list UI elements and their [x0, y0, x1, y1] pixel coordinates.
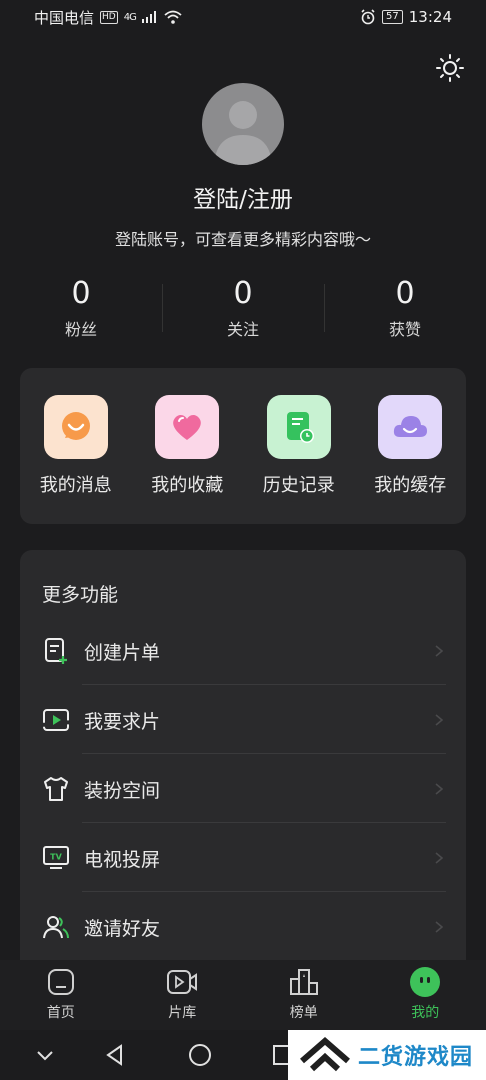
invite-friends-icon: [42, 913, 70, 941]
profile-icon: [409, 966, 441, 998]
chevron-right-icon: [435, 921, 444, 933]
sun-icon: [436, 54, 464, 82]
tab-profile[interactable]: 我的: [365, 960, 486, 1030]
stat-fans[interactable]: 0 粉丝: [0, 276, 162, 346]
stat-value: 0: [71, 276, 91, 311]
quick-action-messages[interactable]: 我的消息: [20, 368, 132, 524]
menu-item-label: 创建片单: [84, 641, 161, 664]
shirt-icon: [42, 775, 70, 803]
tab-ranking[interactable]: 榜单: [243, 960, 365, 1030]
divider: [82, 822, 446, 823]
tab-label: 榜单: [289, 1005, 318, 1021]
home-icon: [45, 966, 77, 998]
alarm-icon: [361, 9, 375, 25]
hd-badge: HD: [100, 10, 118, 24]
login-register-link[interactable]: 登陆/注册: [0, 180, 486, 214]
theme-toggle-button[interactable]: [434, 52, 466, 84]
avatar[interactable]: [202, 83, 284, 165]
back-triangle-icon[interactable]: [102, 1042, 128, 1068]
watermark-text: 二货游戏园: [358, 1045, 474, 1070]
quick-action-label: 我的消息: [39, 475, 112, 496]
tab-home[interactable]: 首页: [0, 960, 122, 1030]
clock: 13:24: [408, 8, 452, 26]
stats-row: 0 粉丝 0 关注 0 获赞: [0, 276, 486, 346]
section-title: 更多功能: [42, 584, 119, 606]
watermark-logo-icon: [300, 1037, 350, 1072]
collapse-chevron-icon[interactable]: [32, 1042, 58, 1068]
create-list-icon: [42, 637, 70, 665]
stat-value: 0: [233, 276, 253, 311]
carrier-name: 中国电信: [34, 8, 95, 27]
chevron-right-icon: [435, 783, 444, 795]
status-bar: 中国电信 HD 4G 57 13:24: [0, 0, 486, 34]
signal-icon: [141, 11, 156, 23]
stat-label: 关注: [226, 320, 259, 339]
tab-label: 首页: [46, 1005, 75, 1021]
quick-action-cache[interactable]: 我的缓存: [355, 368, 467, 524]
divider: [82, 753, 446, 754]
menu-item-create-list[interactable]: 创建片单: [42, 617, 466, 685]
menu-item-label: 电视投屏: [84, 848, 161, 871]
login-hint: 登陆账号，可查看更多精彩内容哦～: [114, 230, 371, 249]
menu-item-request-video[interactable]: 我要求片: [42, 686, 466, 754]
svg-text:TV: TV: [50, 853, 62, 862]
tv-cast-icon: TV: [42, 844, 70, 872]
quick-action-label: 历史记录: [262, 475, 335, 496]
battery-level: 57: [382, 10, 403, 24]
divider: [82, 891, 446, 892]
more-functions-card: 更多功能 创建片单 我要求片 装扮空间 TV 电视投屏 邀请好友: [20, 550, 466, 970]
quick-actions-card: 我的消息 我的收藏 历史记录 我的缓存: [20, 368, 466, 524]
cloud-icon: [378, 395, 443, 459]
stat-value: 0: [395, 276, 415, 311]
heart-icon: [155, 395, 220, 459]
chevron-right-icon: [435, 645, 444, 657]
menu-item-dress-up[interactable]: 装扮空间: [42, 755, 466, 823]
watermark: 二货游戏园: [288, 1030, 486, 1080]
menu-item-label: 我要求片: [84, 710, 161, 733]
network-type: 4G: [123, 11, 137, 23]
tab-label: 我的: [411, 1005, 440, 1021]
wifi-icon: [164, 10, 182, 24]
request-video-icon: [42, 706, 70, 734]
ranking-icon: [288, 966, 320, 998]
bottom-tab-bar: 首页 片库 榜单 我的: [0, 960, 486, 1030]
stat-label: 获赞: [388, 320, 421, 339]
divider: [82, 684, 446, 685]
home-circle-icon[interactable]: [187, 1042, 213, 1068]
quick-action-history[interactable]: 历史记录: [243, 368, 355, 524]
stat-likes[interactable]: 0 获赞: [324, 276, 486, 346]
tab-label: 片库: [168, 1005, 197, 1021]
quick-action-label: 我的收藏: [151, 475, 224, 496]
quick-action-favorites[interactable]: 我的收藏: [132, 368, 244, 524]
menu-item-label: 装扮空间: [84, 779, 161, 802]
quick-action-label: 我的缓存: [374, 475, 447, 496]
video-library-icon: [166, 966, 198, 998]
default-avatar-icon: [214, 101, 272, 165]
menu-item-invite-friends[interactable]: 邀请好友: [42, 893, 466, 961]
history-icon: [266, 395, 331, 459]
message-icon: [43, 395, 108, 459]
menu-item-label: 邀请好友: [84, 917, 161, 940]
stat-label: 粉丝: [64, 320, 97, 339]
tab-video-library[interactable]: 片库: [122, 960, 244, 1030]
menu-item-tv-cast[interactable]: TV 电视投屏: [42, 824, 466, 892]
stat-following[interactable]: 0 关注: [162, 276, 324, 346]
chevron-right-icon: [435, 852, 444, 864]
chevron-right-icon: [435, 714, 444, 726]
